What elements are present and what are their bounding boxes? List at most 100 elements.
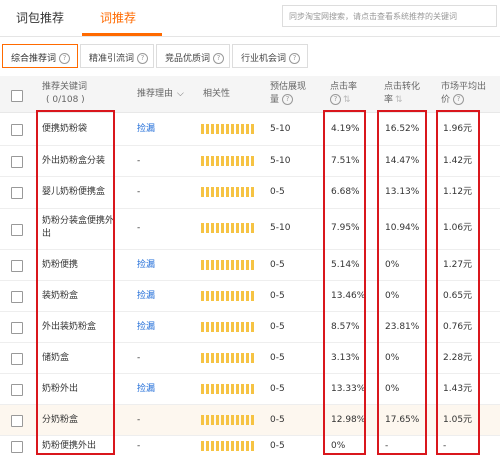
cvr-cell: 16.52% bbox=[385, 124, 420, 134]
reason-cell[interactable]: 捡漏 bbox=[137, 321, 155, 334]
filter-competitor[interactable]: 竞品优质词? bbox=[156, 44, 230, 68]
col-avg-price[interactable]: 市场平均出 价? bbox=[441, 81, 486, 107]
relevance-bar bbox=[201, 124, 254, 134]
impressions-cell: 0-5 bbox=[270, 322, 285, 332]
table-row[interactable]: 奶粉外出 捡漏 0-5 13.33% 0% 1.43元 bbox=[0, 374, 500, 405]
reason-cell: - bbox=[137, 223, 141, 233]
table-row[interactable]: 便携奶粉袋 捡漏 5-10 4.19% 16.52% 1.96元 bbox=[0, 113, 500, 146]
help-circle-icon[interactable]: ? bbox=[137, 53, 149, 64]
filter-comprehensive[interactable]: 综合推荐词? bbox=[2, 44, 78, 68]
keyword-cell: 储奶盒 bbox=[42, 353, 70, 363]
table-row[interactable]: 奶粉分装盒便携外 出 - 5-10 7.95% 10.94% 1.06元 bbox=[0, 209, 500, 250]
relevance-bar bbox=[201, 353, 254, 363]
ctr-cell: 12.98% bbox=[331, 415, 366, 425]
row-checkbox[interactable] bbox=[11, 353, 23, 365]
row-checkbox[interactable] bbox=[11, 291, 23, 303]
col-est-impressions[interactable]: 预估展现 量? bbox=[270, 81, 306, 107]
impressions-cell: 0-5 bbox=[270, 260, 285, 270]
help-circle-icon[interactable]: ? bbox=[330, 94, 341, 105]
price-cell: - bbox=[443, 441, 447, 451]
ctr-cell: 3.13% bbox=[331, 353, 360, 363]
sort-icon[interactable]: ⇅ bbox=[395, 95, 403, 105]
tab-word-recommend[interactable]: 词推荐 bbox=[100, 9, 136, 26]
relevance-bar bbox=[201, 415, 254, 425]
keyword-cell: 分奶粉盒 bbox=[42, 415, 79, 425]
cvr-cell: 23.81% bbox=[385, 322, 420, 332]
cvr-cell: 0% bbox=[385, 384, 400, 394]
tab-word-package[interactable]: 词包推荐 bbox=[16, 9, 64, 26]
table-header: 推荐关键词 ( 0/108 ) 推荐理由 ⌵ 相关性 预估展现 量? 点击率 ? ⇅… bbox=[0, 76, 500, 113]
row-checkbox[interactable] bbox=[11, 156, 23, 168]
table-row[interactable]: 奶粉便携 捡漏 0-5 5.14% 0% 1.27元 bbox=[0, 250, 500, 281]
impressions-cell: 0-5 bbox=[270, 353, 285, 363]
cvr-cell: 0% bbox=[385, 260, 400, 270]
table-row[interactable]: 婴儿奶粉便携盒 - 0-5 6.68% 13.13% 1.12元 bbox=[0, 177, 500, 209]
search-input[interactable]: 同步淘宝网搜索，请点击查看系统推荐的关键词 bbox=[282, 5, 497, 27]
relevance-bar bbox=[201, 384, 254, 394]
filter-precise[interactable]: 精准引流词? bbox=[80, 44, 154, 68]
reason-cell: - bbox=[137, 156, 141, 166]
row-checkbox[interactable] bbox=[11, 124, 23, 136]
ctr-cell: 5.14% bbox=[331, 260, 360, 270]
keyword-cell: 便携奶粉袋 bbox=[42, 124, 88, 134]
price-cell: 1.05元 bbox=[443, 415, 473, 425]
row-checkbox[interactable] bbox=[11, 224, 23, 236]
help-circle-icon[interactable]: ? bbox=[282, 94, 294, 105]
table-row[interactable]: 分奶粉盒 - 0-5 12.98% 17.65% 1.05元 bbox=[0, 405, 500, 436]
impressions-cell: 0-5 bbox=[270, 384, 285, 394]
reason-cell[interactable]: 捡漏 bbox=[137, 290, 155, 303]
col-ctr[interactable]: 点击率 ? ⇅ bbox=[330, 81, 357, 107]
filter-label: 竞品优质词 bbox=[165, 54, 211, 64]
table-row[interactable]: 外出装奶粉盒 捡漏 0-5 8.57% 23.81% 0.76元 bbox=[0, 312, 500, 343]
row-checkbox[interactable] bbox=[11, 260, 23, 272]
cvr-cell: 17.65% bbox=[385, 415, 420, 425]
impressions-cell: 0-5 bbox=[270, 441, 285, 451]
impressions-cell: 5-10 bbox=[270, 124, 291, 134]
keyword-line-1: 奶粉分装盒便携外 bbox=[42, 216, 115, 226]
keyword-cell: 外出装奶粉盒 bbox=[42, 322, 97, 332]
keyword-count: ( 0/108 ) bbox=[46, 95, 85, 105]
row-checkbox[interactable] bbox=[11, 384, 23, 396]
price-cell: 1.42元 bbox=[443, 156, 473, 166]
help-circle-icon[interactable]: ? bbox=[213, 53, 225, 64]
table-row[interactable]: 奶粉便携外出 - 0-5 0% - - bbox=[0, 436, 500, 455]
row-checkbox[interactable] bbox=[11, 415, 23, 427]
table-row[interactable]: 储奶盒 - 0-5 3.13% 0% 2.28元 bbox=[0, 343, 500, 374]
reason-cell[interactable]: 捡漏 bbox=[137, 383, 155, 396]
price-cell: 0.65元 bbox=[443, 291, 473, 301]
col-cvr[interactable]: 点击转化 率 ⇅ bbox=[384, 81, 420, 107]
keyword-cell: 奶粉分装盒便携外 出 bbox=[42, 215, 114, 241]
col-reason[interactable]: 推荐理由 ⌵ bbox=[137, 88, 184, 101]
sort-icon[interactable]: ⇅ bbox=[343, 95, 351, 105]
table-row[interactable]: 装奶粉盒 捡漏 0-5 13.46% 0% 0.65元 bbox=[0, 281, 500, 312]
help-circle-icon[interactable]: ? bbox=[59, 53, 71, 64]
ctr-cell: 8.57% bbox=[331, 322, 360, 332]
price-cell: 0.76元 bbox=[443, 322, 473, 332]
col-relevance: 相关性 bbox=[203, 89, 231, 99]
table-row[interactable]: 外出奶粉盒分装 - 5-10 7.51% 14.47% 1.42元 bbox=[0, 146, 500, 177]
price-cell: 1.27元 bbox=[443, 260, 473, 270]
col-reason-label: 推荐理由 bbox=[137, 89, 174, 99]
row-checkbox[interactable] bbox=[11, 187, 23, 199]
ctr-cell: 4.19% bbox=[331, 124, 360, 134]
filter-industry[interactable]: 行业机会词? bbox=[232, 44, 308, 68]
ctr-cell: 7.95% bbox=[331, 223, 360, 233]
row-checkbox[interactable] bbox=[11, 441, 23, 453]
help-circle-icon[interactable]: ? bbox=[453, 94, 465, 105]
row-checkbox[interactable] bbox=[11, 322, 23, 334]
search-placeholder: 同步淘宝网搜索，请点击查看系统推荐的关键词 bbox=[289, 12, 457, 21]
ctr-cell: 7.51% bbox=[331, 156, 360, 166]
price-cell: 2.28元 bbox=[443, 353, 473, 363]
impressions-cell: 5-10 bbox=[270, 223, 291, 233]
reason-cell: - bbox=[137, 441, 141, 451]
relevance-bar bbox=[201, 187, 254, 197]
help-circle-icon[interactable]: ? bbox=[289, 53, 301, 64]
reason-cell[interactable]: 捡漏 bbox=[137, 259, 155, 272]
reason-cell[interactable]: 捡漏 bbox=[137, 123, 155, 136]
chevron-down-icon: ⌵ bbox=[177, 89, 184, 99]
cvr-cell: 13.13% bbox=[385, 187, 420, 197]
select-all-checkbox[interactable] bbox=[11, 90, 23, 102]
impressions-cell: 5-10 bbox=[270, 156, 291, 166]
keyword-cell: 婴儿奶粉便携盒 bbox=[42, 187, 106, 197]
cvr-cell: 14.47% bbox=[385, 156, 420, 166]
